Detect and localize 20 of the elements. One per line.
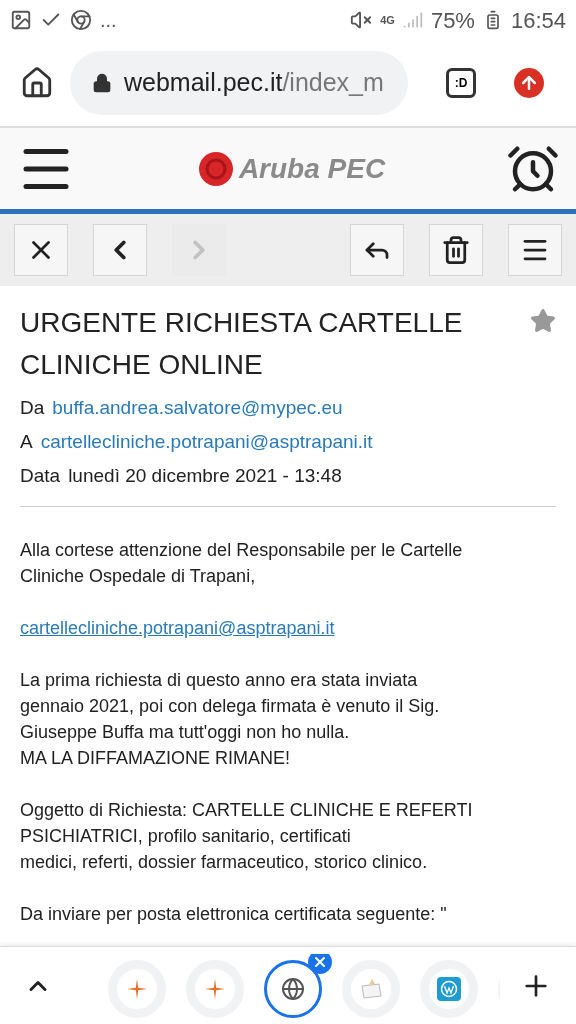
- clock: 16:54: [510, 6, 566, 35]
- more-notifications: ...: [100, 8, 117, 33]
- network-type: 4G: [380, 12, 395, 28]
- email-link[interactable]: cartellecliniche.potrapani@asptrapani.it: [20, 615, 335, 641]
- body-paragraph: Da inviare per posta elettronica certificata seguente: ": [20, 903, 448, 926]
- body-paragraph: La prima richiesta di questo anno era stata inviata gennaio 2021, poi con delega firmata è venuto il Sig. Giuseppe Buffa ma tutt'oggi non ho nulla. MA LA DIFFAMAZIONE RIMANE!: [20, 669, 441, 770]
- url-text: webmail.pec.it/index_m: [124, 67, 384, 99]
- message-subject: URGENTE RICHIESTA CARTELLE CLINICHE ONLINE: [20, 306, 464, 382]
- field-label: Da: [20, 396, 45, 420]
- address-link[interactable]: buffa.andrea.salvatore@mypec.eu: [52, 394, 343, 422]
- body-paragraph: Alla cortese attenzione del Responsabile per le Cartelle Cliniche Ospedale di Trapani,: [20, 539, 464, 588]
- address-link[interactable]: cartellecliniche.potrapani@asptrapani.it: [40, 428, 373, 456]
- field-value: lunedì 20 dicembre 2021 - 13:48: [68, 464, 342, 488]
- field-label: A: [20, 430, 33, 454]
- battery-percent: 75%: [430, 6, 475, 35]
- logo-text: Aruba PEC: [238, 151, 386, 186]
- body-paragraph: Oggetto di Richiesta: CARTELLE CLINICHE E REFERTI PSICHIATRICI, profilo sanitario, certificati medici, referti, dossier farmaceutico, storico clinico.: [20, 799, 474, 874]
- tab-switcher-button[interactable]: :D: [446, 68, 476, 98]
- field-label: Data: [20, 464, 61, 488]
- address-bar[interactable]: webmail.pec.it/index_m: [70, 51, 408, 115]
